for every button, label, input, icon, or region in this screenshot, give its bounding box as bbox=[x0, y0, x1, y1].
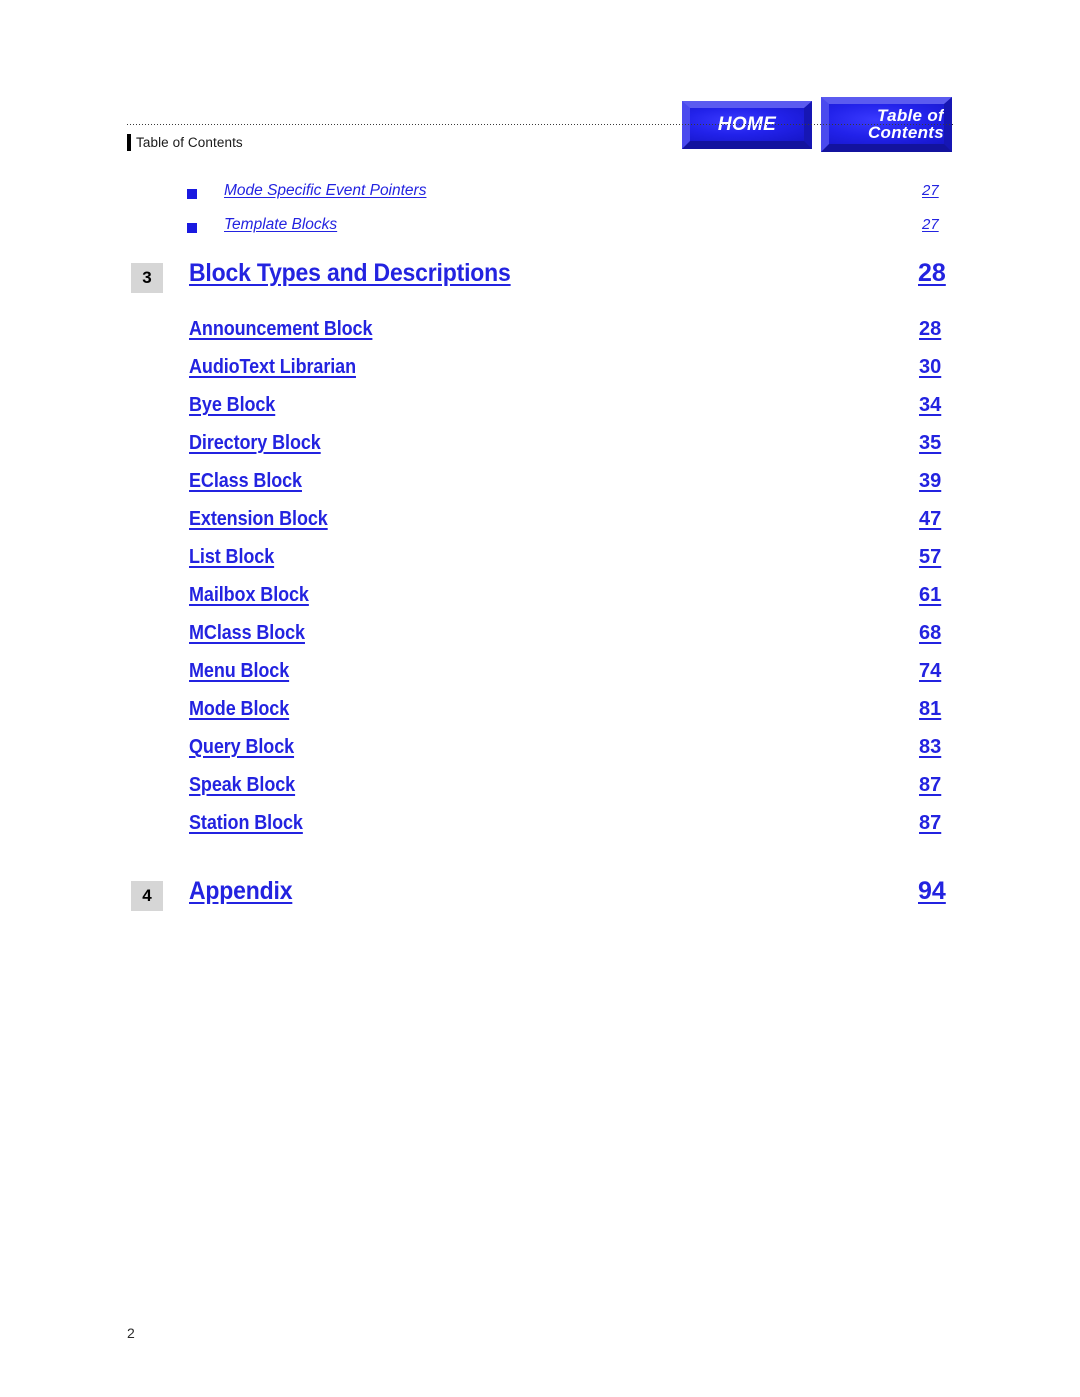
toc-subentry-label[interactable]: Mode Specific Event Pointers bbox=[224, 182, 426, 200]
toc-section-entry[interactable]: Mode Block 81 bbox=[0, 698, 1080, 736]
toc-chapter-page[interactable]: 28 bbox=[918, 259, 946, 288]
toc-subentry[interactable]: Template Blocks 27 bbox=[0, 216, 1080, 250]
toc-subentry-label[interactable]: Template Blocks bbox=[224, 216, 337, 234]
toc-section-label[interactable]: Announcement Block bbox=[189, 318, 372, 341]
toc-section-page[interactable]: 47 bbox=[919, 508, 941, 531]
toc-section-label[interactable]: Station Block bbox=[189, 812, 303, 835]
toc-subentry-page[interactable]: 27 bbox=[922, 182, 939, 199]
toc-section-label[interactable]: Directory Block bbox=[189, 432, 321, 455]
chapter-number-box: 4 bbox=[131, 881, 163, 911]
toc-section-label[interactable]: Bye Block bbox=[189, 394, 275, 417]
toc-chapter-label[interactable]: Appendix bbox=[189, 877, 292, 906]
toc-section-entry[interactable]: EClass Block 39 bbox=[0, 470, 1080, 508]
toc-section-page[interactable]: 57 bbox=[919, 546, 941, 569]
toc-section-entry[interactable]: Bye Block 34 bbox=[0, 394, 1080, 432]
toc-button-label-line1: Table of bbox=[877, 105, 944, 125]
toc-section-label[interactable]: EClass Block bbox=[189, 470, 302, 493]
toc-section-label[interactable]: AudioText Librarian bbox=[189, 356, 356, 379]
toc-chapter-label[interactable]: Block Types and Descriptions bbox=[189, 259, 511, 288]
toc-section-page[interactable]: 83 bbox=[919, 736, 941, 759]
toc-section-page[interactable]: 34 bbox=[919, 394, 941, 417]
header-divider bbox=[127, 124, 955, 125]
square-bullet-icon bbox=[187, 189, 197, 199]
toc-section-label[interactable]: Mode Block bbox=[189, 698, 289, 721]
toc-section-page[interactable]: 30 bbox=[919, 356, 941, 379]
toc-section-entry[interactable]: MClass Block 68 bbox=[0, 622, 1080, 660]
toc-section-label[interactable]: List Block bbox=[189, 546, 274, 569]
running-head: Table of Contents bbox=[127, 134, 243, 151]
toc-chapter-entry[interactable]: 4 Appendix 94 bbox=[0, 877, 1080, 936]
toc-subentry-page[interactable]: 27 bbox=[922, 216, 939, 233]
chapter-number-box: 3 bbox=[131, 263, 163, 293]
toc-section-page[interactable]: 35 bbox=[919, 432, 941, 455]
toc-section-page[interactable]: 87 bbox=[919, 774, 941, 797]
toc-section-entry[interactable]: Directory Block 35 bbox=[0, 432, 1080, 470]
toc-section-label[interactable]: Extension Block bbox=[189, 508, 328, 531]
toc-section-page[interactable]: 28 bbox=[919, 318, 941, 341]
toc-section-page[interactable]: 74 bbox=[919, 660, 941, 683]
toc-section-page[interactable]: 68 bbox=[919, 622, 941, 645]
toc-section-page[interactable]: 87 bbox=[919, 812, 941, 835]
footer-page-number: 2 bbox=[127, 1325, 135, 1341]
toc-section-page[interactable]: 61 bbox=[919, 584, 941, 607]
toc-section-page[interactable]: 81 bbox=[919, 698, 941, 721]
square-bullet-icon bbox=[187, 223, 197, 233]
toc-section-label[interactable]: Speak Block bbox=[189, 774, 295, 797]
toc-section-entry[interactable]: AudioText Librarian 30 bbox=[0, 356, 1080, 394]
toc-section-entry[interactable]: Announcement Block 28 bbox=[0, 318, 1080, 356]
toc-subentry[interactable]: Mode Specific Event Pointers 27 bbox=[0, 182, 1080, 216]
toc-section-entry[interactable]: Speak Block 87 bbox=[0, 774, 1080, 812]
home-button[interactable]: HOME bbox=[682, 101, 812, 149]
toc-section-label[interactable]: Mailbox Block bbox=[189, 584, 309, 607]
toc-section-label[interactable]: Menu Block bbox=[189, 660, 289, 683]
toc-section-entry[interactable]: Mailbox Block 61 bbox=[0, 584, 1080, 622]
toc-section-entry[interactable]: Menu Block 74 bbox=[0, 660, 1080, 698]
toc-chapter-entry[interactable]: 3 Block Types and Descriptions 28 bbox=[0, 259, 1080, 318]
table-of-contents-list: Mode Specific Event Pointers 27 Template… bbox=[0, 182, 1080, 936]
toc-section-entry[interactable]: Station Block 87 bbox=[0, 812, 1080, 850]
toc-chapter-page[interactable]: 94 bbox=[918, 877, 946, 906]
toc-section-entry[interactable]: List Block 57 bbox=[0, 546, 1080, 584]
toc-section-page[interactable]: 39 bbox=[919, 470, 941, 493]
toc-button-label-line2: Contents bbox=[867, 123, 944, 142]
running-head-label: Table of Contents bbox=[136, 135, 243, 150]
top-navigation-bar: HOME Table of Contents bbox=[0, 49, 1080, 152]
toc-section-entry[interactable]: Extension Block 47 bbox=[0, 508, 1080, 546]
toc-section-entry[interactable]: Query Block 83 bbox=[0, 736, 1080, 774]
running-head-marker bbox=[127, 134, 131, 151]
toc-section-label[interactable]: MClass Block bbox=[189, 622, 305, 645]
toc-section-label[interactable]: Query Block bbox=[189, 736, 294, 759]
